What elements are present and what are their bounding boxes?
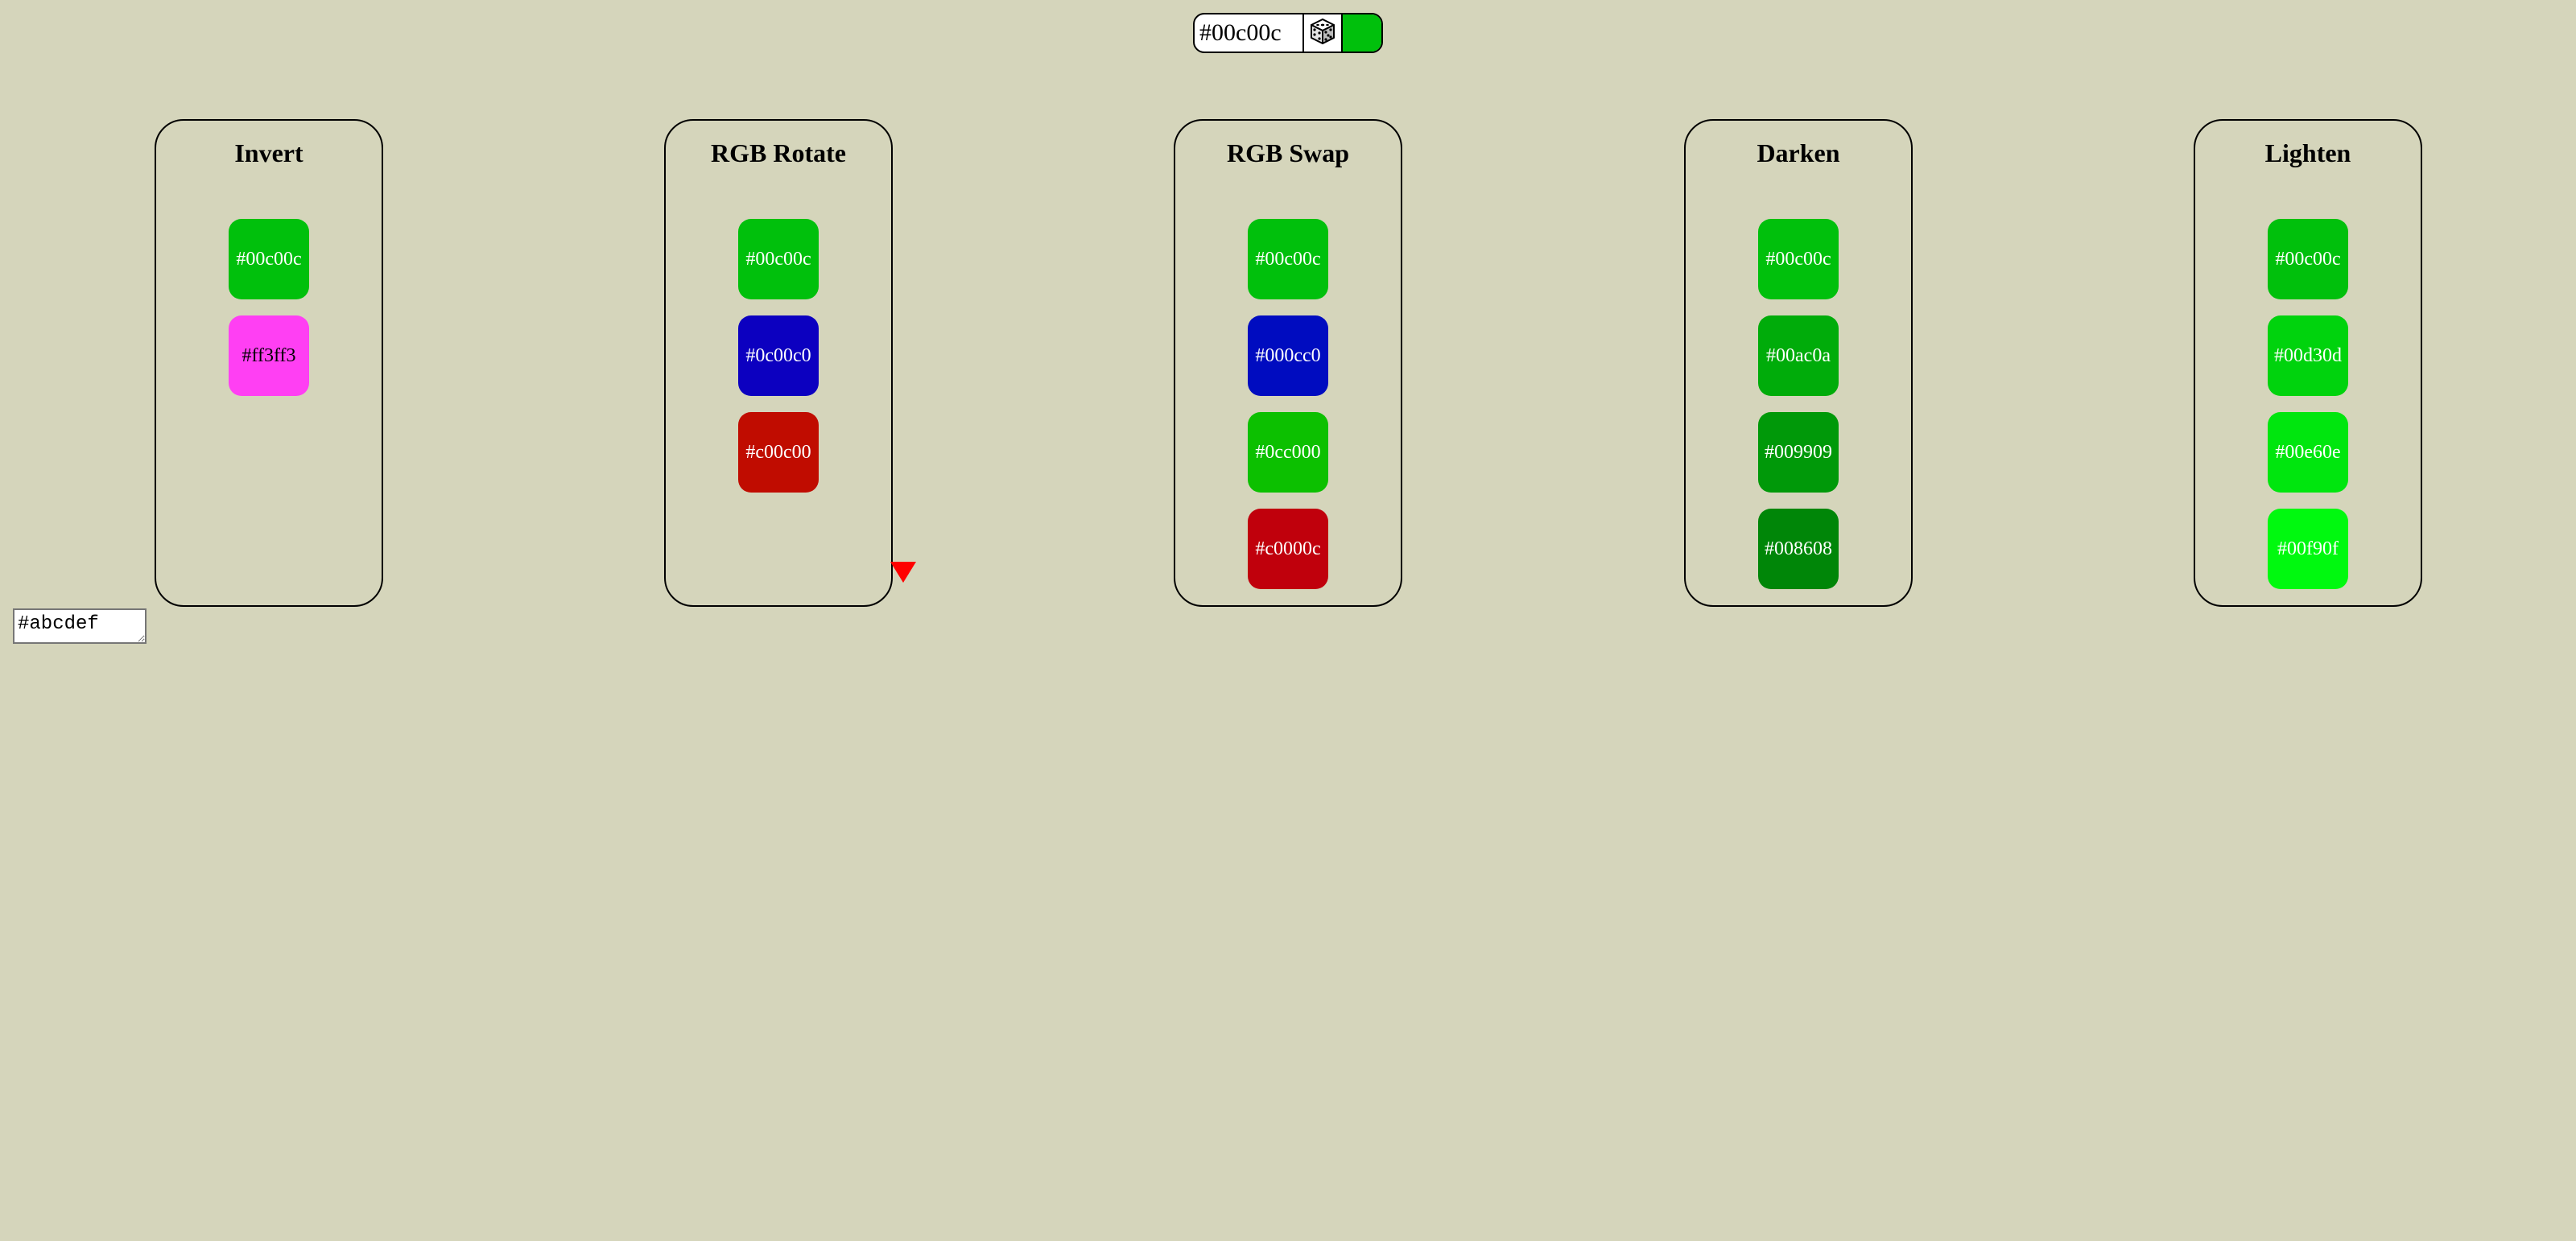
panel-rgb-rotate: RGB Rotate #00c00c #0c00c0 #c00c00 — [664, 119, 893, 607]
color-picker — [1193, 13, 1383, 53]
hex-color-input[interactable] — [1195, 14, 1302, 52]
color-swatch[interactable]: #c00c00 — [738, 412, 819, 493]
color-swatch[interactable]: #00c00c — [2268, 219, 2348, 299]
panel-darken: Darken #00c00c #00ac0a #009909 #008608 — [1684, 119, 1913, 607]
color-swatch[interactable]: #00f90f — [2268, 509, 2348, 589]
color-swatch[interactable]: #000cc0 — [1248, 315, 1328, 396]
color-swatch[interactable]: #00c00c — [1248, 219, 1328, 299]
random-color-button[interactable] — [1302, 14, 1343, 52]
color-swatch[interactable]: #00e60e — [2268, 412, 2348, 493]
dice-icon — [1309, 18, 1336, 49]
panel-title: Darken — [1757, 138, 1840, 167]
color-swatch[interactable]: #ff3ff3 — [229, 315, 309, 396]
panel-title: Lighten — [2264, 138, 2351, 167]
swatch-list: #00c00c #0c00c0 #c00c00 — [666, 219, 891, 493]
color-swatch[interactable]: #00ac0a — [1758, 315, 1839, 396]
swatch-list: #00c00c #ff3ff3 — [156, 219, 382, 396]
swatch-list: #00c00c #000cc0 #0cc000 #c0000c — [1175, 219, 1401, 589]
color-swatch[interactable]: #0c00c0 — [738, 315, 819, 396]
color-swatch[interactable]: #00c00c — [229, 219, 309, 299]
panel-title: RGB Rotate — [711, 138, 846, 167]
panel-lighten: Lighten #00c00c #00d30d #00e60e #00f90f — [2194, 119, 2422, 607]
red-triangle-marker — [890, 562, 916, 583]
color-swatch[interactable]: #c0000c — [1248, 509, 1328, 589]
page: Invert #00c00c #ff3ff3 RGB Rotate #00c00… — [0, 0, 2576, 1241]
color-swatch[interactable]: #009909 — [1758, 412, 1839, 493]
panel-rgb-swap: RGB Swap #00c00c #000cc0 #0cc000 #c0000c — [1174, 119, 1402, 607]
swatch-list: #00c00c #00d30d #00e60e #00f90f — [2195, 219, 2421, 589]
panel-title: RGB Swap — [1226, 138, 1350, 167]
color-swatch[interactable]: #00d30d — [2268, 315, 2348, 396]
panel-invert: Invert #00c00c #ff3ff3 — [155, 119, 383, 607]
color-swatch[interactable]: #00c00c — [1758, 219, 1839, 299]
color-swatch[interactable]: #008608 — [1758, 509, 1839, 589]
swatch-list: #00c00c #00ac0a #009909 #008608 — [1686, 219, 1911, 589]
color-swatch[interactable]: #0cc000 — [1248, 412, 1328, 493]
panel-title: Invert — [234, 138, 303, 167]
current-color-swatch[interactable] — [1343, 14, 1381, 52]
hex-textarea[interactable]: #abcdef — [13, 608, 147, 644]
color-swatch[interactable]: #00c00c — [738, 219, 819, 299]
